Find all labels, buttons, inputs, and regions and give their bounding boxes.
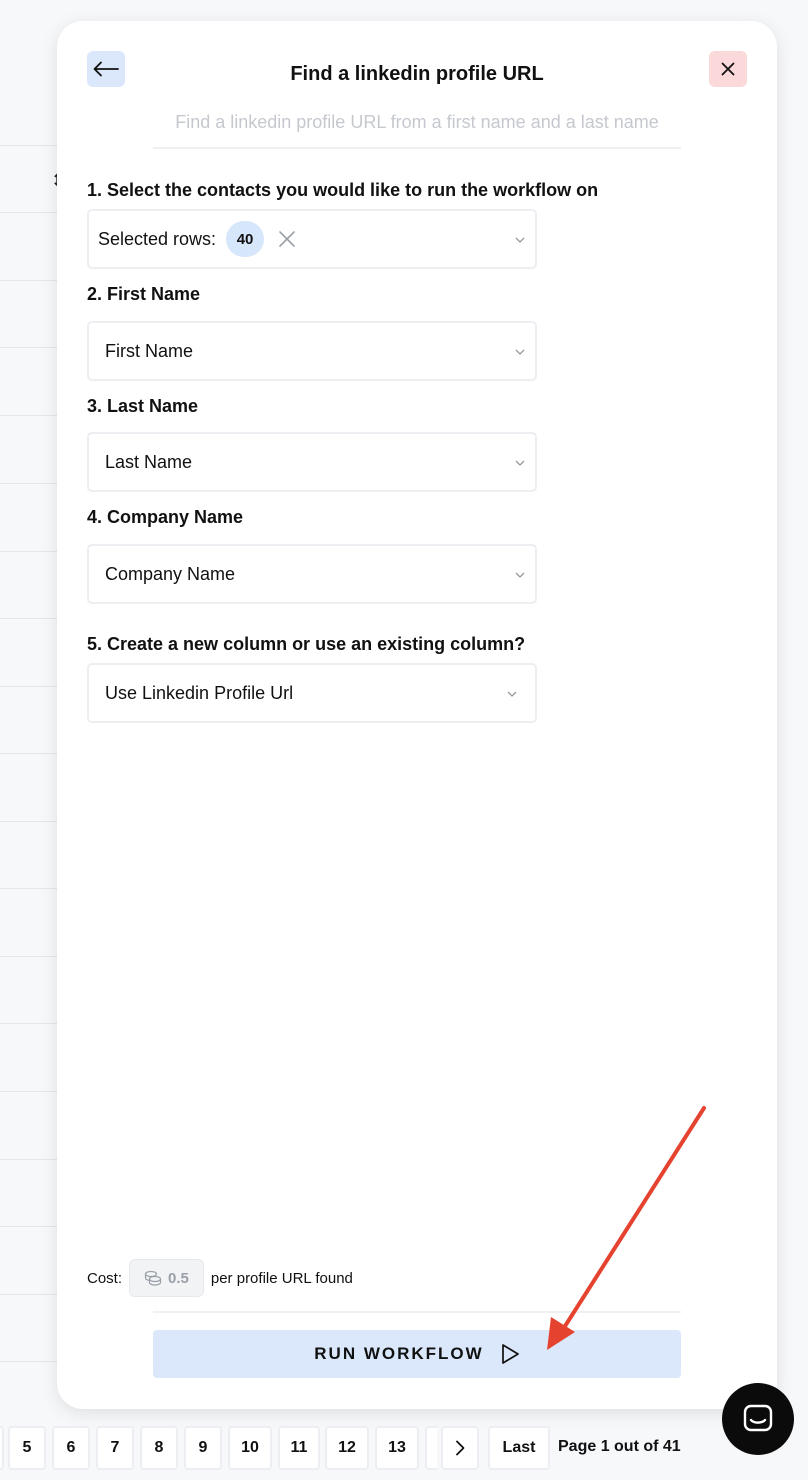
page-button[interactable]: 13 <box>375 1426 419 1470</box>
cost-label: Cost: <box>87 1269 123 1287</box>
footer-divider <box>153 1311 681 1313</box>
modal-title: Find a linkedin profile URL <box>290 63 544 85</box>
last-name-label: 3. Last Name <box>87 396 199 416</box>
contacts-label: 1. Select the contacts you would like to… <box>87 180 599 200</box>
page-button[interactable]: 6 <box>52 1426 90 1470</box>
selected-rows-count-badge: 40 <box>226 221 265 257</box>
cost-badge: 0.5 <box>129 1259 204 1297</box>
last-name-value: Last Name <box>105 451 193 472</box>
chat-icon <box>743 1404 773 1432</box>
first-name-select[interactable]: First Name <box>87 321 537 381</box>
next-page-button[interactable] <box>441 1426 479 1470</box>
chevron-down-icon <box>515 230 525 248</box>
cost-row: Cost: 0.5 per profile URL found <box>87 1259 353 1297</box>
company-name-label: 4. Company Name <box>87 507 244 527</box>
play-icon <box>501 1344 519 1364</box>
page-button[interactable]: 9 <box>184 1426 222 1470</box>
chevron-right-icon <box>456 1440 465 1456</box>
last-name-select[interactable]: Last Name <box>87 432 537 492</box>
close-button[interactable] <box>709 51 747 87</box>
page-info: Page 1 out of 41 <box>558 1438 681 1455</box>
column-choice-select[interactable]: Use Linkedin Profile Url <box>87 663 537 723</box>
selected-rows-label: Selected rows: <box>98 228 217 249</box>
page-button[interactable]: 12 <box>325 1426 369 1470</box>
first-name-label: 2. First Name <box>87 284 201 304</box>
chevron-down-icon <box>507 684 517 702</box>
contacts-select[interactable]: Selected rows: 40 <box>87 209 537 269</box>
run-workflow-button[interactable]: RUN WORKFLOW <box>153 1330 681 1378</box>
company-name-select[interactable]: Company Name <box>87 544 537 604</box>
coins-icon <box>144 1270 162 1286</box>
close-icon <box>721 62 735 76</box>
page-button-partial[interactable] <box>425 1426 437 1470</box>
chevron-down-icon <box>515 453 525 471</box>
cost-amount: 0.5 <box>168 1269 189 1287</box>
pagination-bar: 5 6 7 8 9 10 11 12 13 Last Page 1 out of… <box>0 1416 720 1476</box>
column-choice-value: Use Linkedin Profile Url <box>105 682 294 703</box>
first-name-value: First Name <box>105 340 194 361</box>
chevron-down-icon <box>515 342 525 360</box>
column-choice-label: 5. Create a new column or use an existin… <box>87 634 526 654</box>
page-button-partial[interactable] <box>0 1426 4 1470</box>
header-divider <box>153 147 681 149</box>
company-name-value: Company Name <box>105 563 236 584</box>
run-workflow-label: RUN WORKFLOW <box>314 1344 484 1363</box>
clear-selection-icon[interactable] <box>278 230 296 248</box>
page-button[interactable]: 11 <box>278 1426 320 1470</box>
modal-subtitle: Find a linkedin profile URL from a first… <box>175 112 659 132</box>
last-page-button[interactable]: Last <box>488 1426 550 1470</box>
cost-suffix: per profile URL found <box>210 1269 353 1287</box>
page-button[interactable]: 5 <box>8 1426 46 1470</box>
workflow-modal: Find a linkedin profile URL Find a linke… <box>57 21 777 1409</box>
chat-launcher-button[interactable] <box>722 1383 794 1455</box>
chevron-down-icon <box>515 565 525 583</box>
page-button[interactable]: 10 <box>228 1426 272 1470</box>
page-button[interactable]: 8 <box>140 1426 178 1470</box>
page-button[interactable]: 7 <box>96 1426 134 1470</box>
